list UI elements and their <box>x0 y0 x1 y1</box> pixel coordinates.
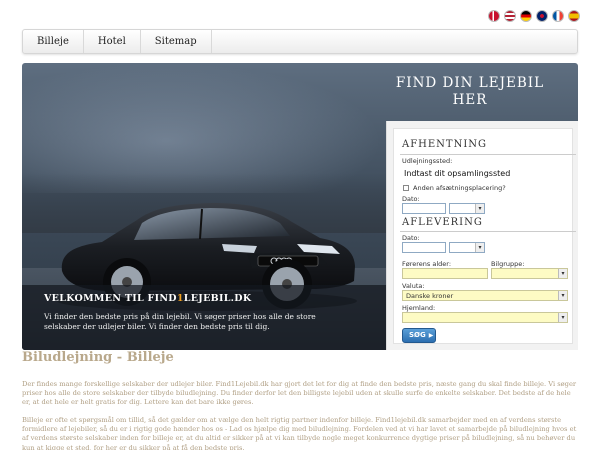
pickup-date-input[interactable] <box>402 203 446 214</box>
pickup-title: AFHENTNING <box>402 139 488 150</box>
dropoff-title: AFLEVERING <box>402 217 483 228</box>
pickup-time-select[interactable]: ▾ <box>449 203 485 214</box>
us-flag-icon[interactable] <box>504 10 516 22</box>
driver-age-label: Førerens alder: <box>402 260 452 268</box>
pickup-date-label: Dato: <box>402 195 420 203</box>
nav-item-hotel[interactable]: Hotel <box>84 30 141 53</box>
chevron-down-icon: ▾ <box>558 291 567 300</box>
country-label: Hjemland: <box>402 304 436 312</box>
chevron-down-icon: ▾ <box>558 313 567 322</box>
currency-label: Valuta: <box>402 282 425 290</box>
dropoff-date-label: Dato: <box>402 234 420 242</box>
car-group-label: Bilgruppe: <box>491 260 525 268</box>
other-dropoff-label: Anden afsætningsplacering? <box>413 184 506 192</box>
trust-paragraph: Billeje er ofte et spørgsmål om tillid, … <box>22 416 577 450</box>
german-flag-icon[interactable] <box>520 10 532 22</box>
currency-value: Danske kroner <box>406 292 454 300</box>
pickup-location-label: Udlejningssted: <box>402 157 453 165</box>
find-car-title: FIND DIN LEJEBIL HER <box>395 75 545 108</box>
language-flags <box>488 10 580 22</box>
chevron-down-icon: ▾ <box>475 204 484 213</box>
country-select[interactable]: ▾ <box>402 312 568 323</box>
dropoff-separator <box>400 231 576 232</box>
intro-paragraph: Der findes mange forskellige selskaber d… <box>22 380 577 407</box>
search-form: AFHENTNING Udlejningssted: Indtast dit o… <box>386 121 578 350</box>
car-group-select[interactable]: ▾ <box>491 268 568 279</box>
search-button[interactable]: SØG ▶ <box>402 328 436 343</box>
dropoff-time-select[interactable]: ▾ <box>449 242 485 253</box>
pickup-separator <box>400 154 576 155</box>
welcome-panel: VELKOMMEN TIL FIND1LEJEBIL.DK Vi finder … <box>22 285 386 350</box>
danish-flag-icon[interactable] <box>488 10 500 22</box>
other-dropoff-checkbox[interactable] <box>403 185 409 191</box>
welcome-accent: 1 <box>176 293 184 304</box>
chevron-down-icon: ▾ <box>475 243 484 252</box>
search-form-inner: AFHENTNING Udlejningssted: Indtast dit o… <box>393 128 576 344</box>
currency-select[interactable]: Danske kroner ▾ <box>402 290 568 301</box>
chevron-down-icon: ▾ <box>558 269 567 278</box>
uk-flag-icon[interactable] <box>536 10 548 22</box>
search-button-label: SØG <box>409 331 426 339</box>
welcome-text: Vi finder den bedste pris på din lejebil… <box>44 312 316 331</box>
welcome-title: VELKOMMEN TIL FIND1LEJEBIL.DK <box>44 293 252 304</box>
pickup-location-input[interactable]: Indtast dit opsamlingssted <box>404 169 510 178</box>
dropoff-date-input[interactable] <box>402 242 446 253</box>
nav-item-sitemap[interactable]: Sitemap <box>141 30 212 53</box>
nav-item-billeje[interactable]: Billeje <box>23 30 84 53</box>
driver-age-input[interactable] <box>402 268 488 279</box>
french-flag-icon[interactable] <box>552 10 564 22</box>
page-heading: Biludlejning - Billeje <box>22 350 174 365</box>
main-nav: Billeje Hotel Sitemap <box>22 29 578 54</box>
spanish-flag-icon[interactable] <box>568 10 580 22</box>
arrow-right-icon: ▶ <box>428 332 434 339</box>
